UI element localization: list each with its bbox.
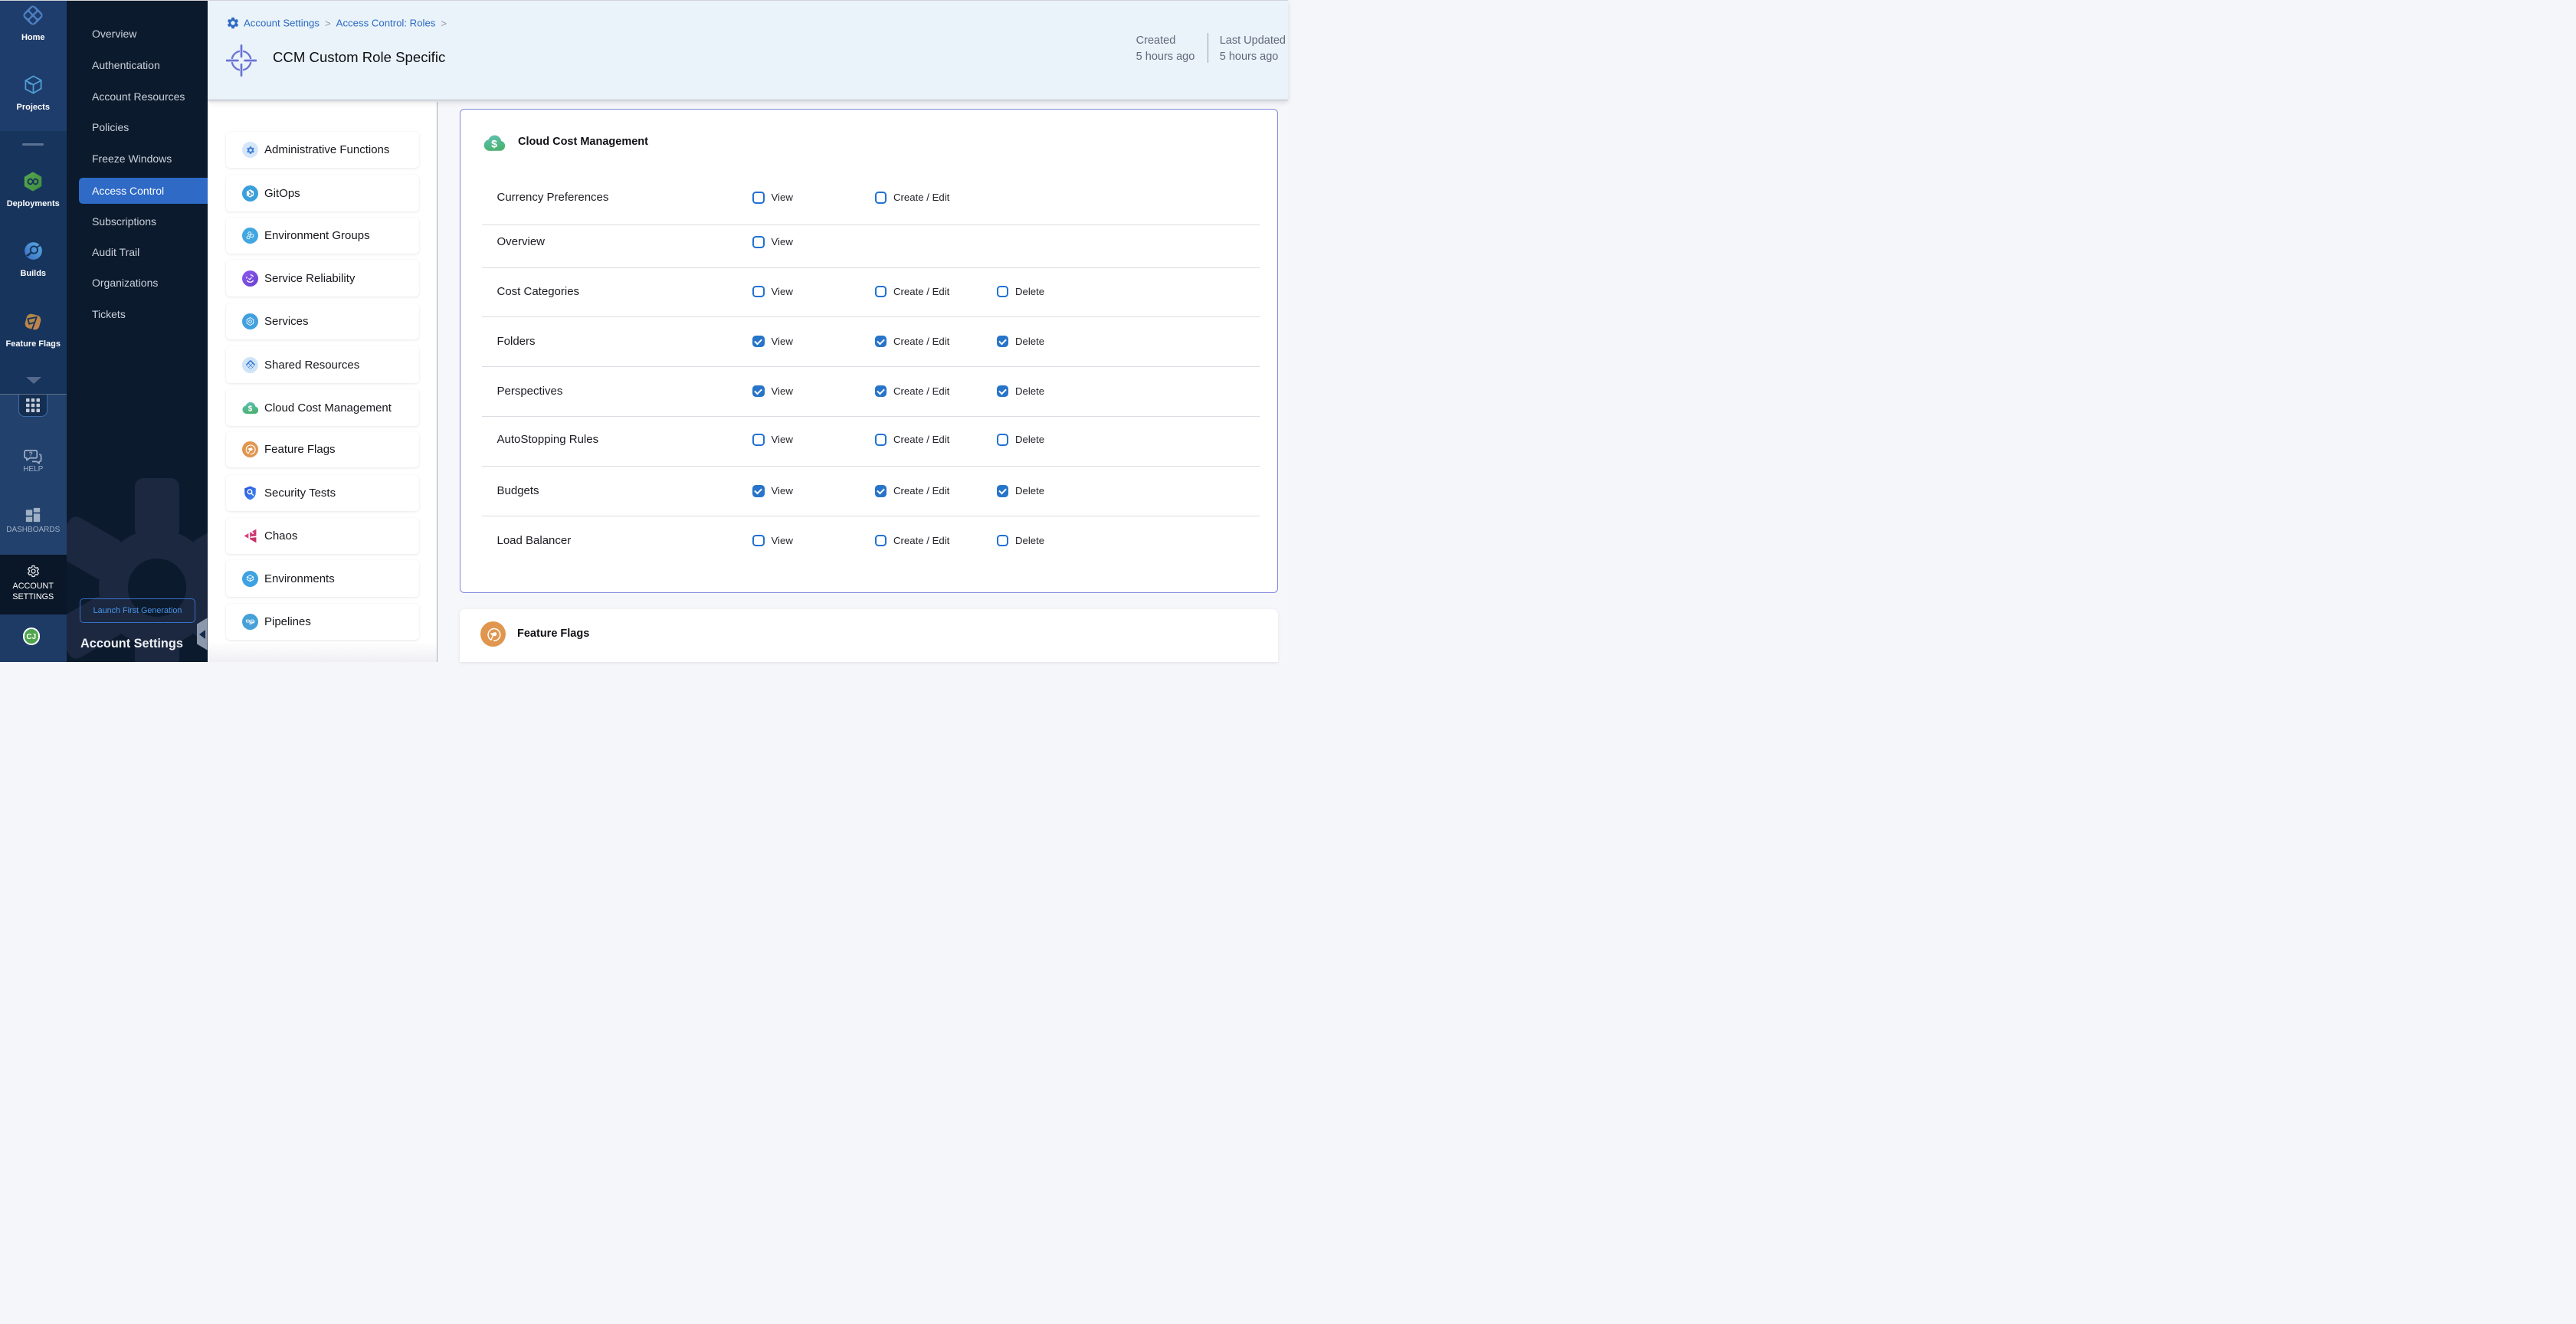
svg-text:?: ? bbox=[29, 450, 33, 457]
svg-text:$: $ bbox=[491, 137, 497, 149]
svg-text:$: $ bbox=[248, 405, 253, 414]
